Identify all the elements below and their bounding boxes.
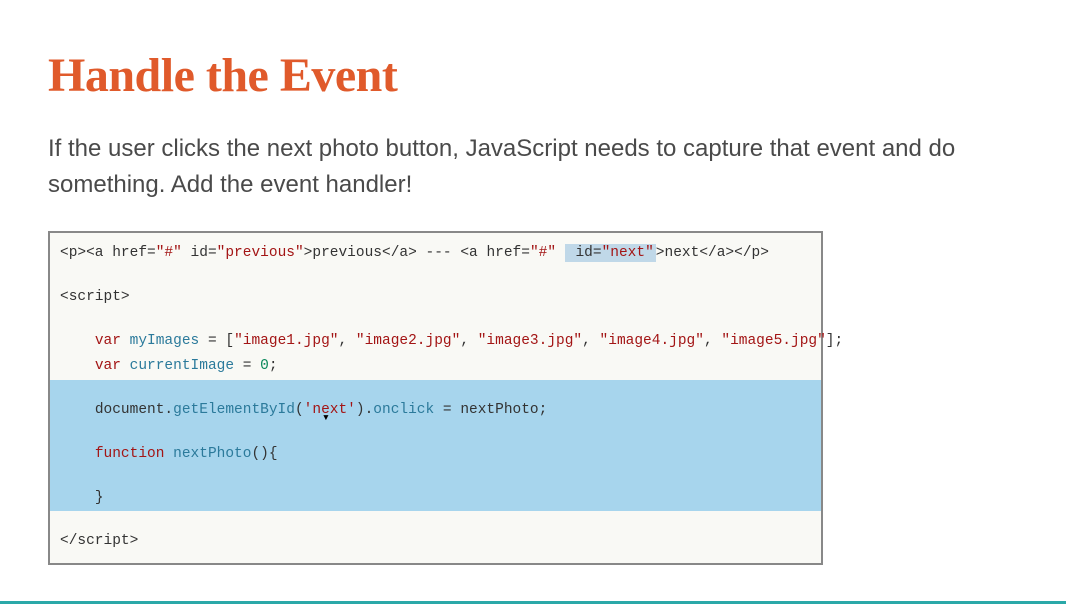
code-line-7: } [50,486,821,512]
code-line-3: var myImages = ["image1.jpg", "image2.jp… [50,329,821,355]
highlighted-attr: id="next" [565,244,656,262]
code-line-1: <p><a href="#" id="previous">previous</a… [50,233,821,267]
code-blank [50,424,821,442]
code-block: <p><a href="#" id="previous">previous</a… [48,231,823,565]
code-blank [50,311,821,329]
code-blank [50,380,821,398]
code-line-8: </script> [50,529,821,563]
code-blank [50,511,821,529]
code-line-4: var currentImage = 0; [50,354,821,380]
highlighted-code-block: document.getElementById('next').onclick … [50,380,821,511]
slide-description: If the user clicks the next photo button… [48,131,1018,203]
code-line-5: document.getElementById('next').onclick … [50,398,821,424]
slide-title: Handle the Event [48,48,1018,103]
code-line-2: <script> [50,285,821,311]
code-line-6: function nextPhoto(){ [50,442,821,468]
code-blank [50,468,821,486]
code-blank [50,267,821,285]
